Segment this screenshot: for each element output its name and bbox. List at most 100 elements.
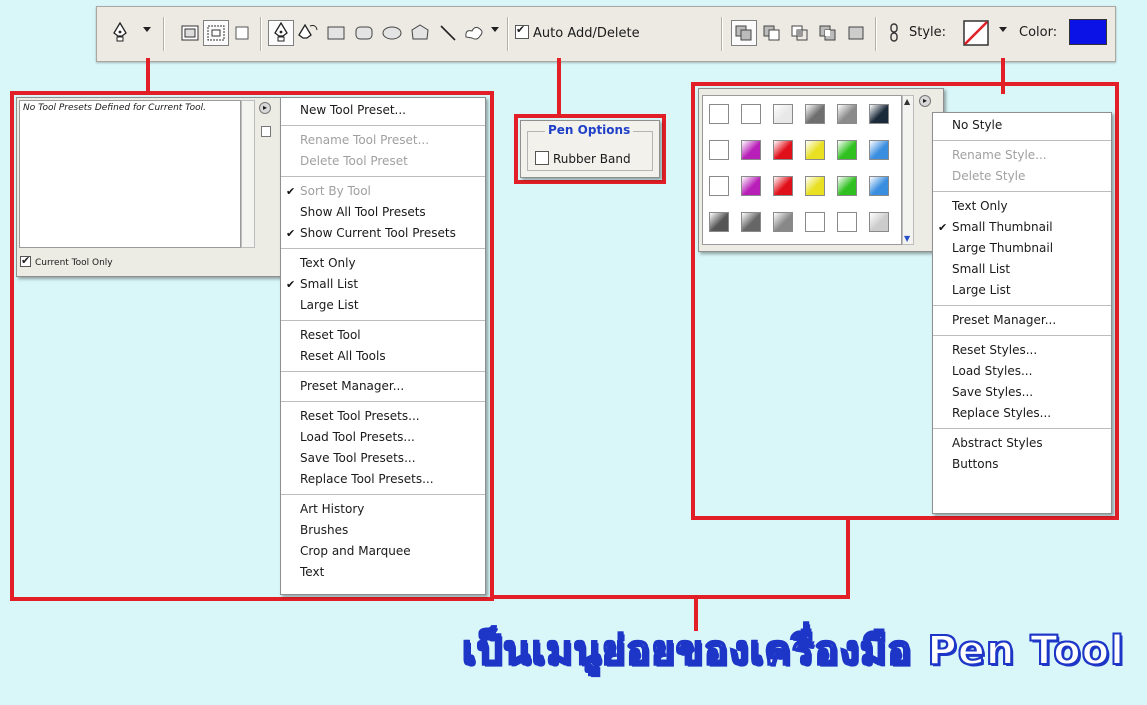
current-tool-only-checkbox[interactable]: Current Tool Only xyxy=(20,254,113,268)
style-swatch[interactable] xyxy=(837,140,857,160)
menu-item-replace-styles[interactable]: Replace Styles... xyxy=(933,403,1111,424)
style-swatch-grid[interactable] xyxy=(702,95,902,245)
menu-item-delete-tool-preset: Delete Tool Preset xyxy=(300,154,408,168)
panel-menu-arrow-icon[interactable]: ▸ xyxy=(919,95,931,107)
combine-icon[interactable] xyxy=(731,20,757,46)
menu-item-small-thumbnail[interactable]: Small Thumbnail xyxy=(933,217,1111,238)
style-swatch[interactable] xyxy=(773,212,793,232)
style-swatch[interactable] xyxy=(709,140,729,160)
freeform-pen-icon[interactable] xyxy=(295,20,321,46)
style-dropdown-icon[interactable] xyxy=(999,27,1007,32)
style-swatch[interactable] xyxy=(741,212,761,232)
pen-options-title: Pen Options xyxy=(545,123,634,137)
style-swatch[interactable] xyxy=(773,176,793,196)
fill-pixels-icon[interactable] xyxy=(229,20,255,46)
menu-item-reset-styles[interactable]: Reset Styles... xyxy=(933,340,1111,361)
style-scrollbar[interactable]: ▲ ▼ xyxy=(902,95,914,245)
pen-tool-icon[interactable] xyxy=(107,20,133,46)
menu-item-new-tool-preset[interactable]: New Tool Preset... xyxy=(281,100,485,121)
custom-shape-icon[interactable] xyxy=(461,20,487,46)
style-picker[interactable] xyxy=(961,18,991,48)
style-swatch[interactable] xyxy=(805,176,825,196)
rounded-rectangle-icon[interactable] xyxy=(351,20,377,46)
rubber-band-checkbox[interactable]: Rubber Band xyxy=(535,151,631,166)
combine-button-icon[interactable] xyxy=(843,20,869,46)
menu-item-save-styles[interactable]: Save Styles... xyxy=(933,382,1111,403)
ellipse-icon[interactable] xyxy=(379,20,405,46)
menu-item-no-style[interactable]: No Style xyxy=(933,115,1111,136)
menu-item-load-tool-presets[interactable]: Load Tool Presets... xyxy=(281,427,485,448)
tool-preset-dropdown-icon[interactable] xyxy=(143,27,151,32)
checkbox-icon xyxy=(535,151,549,165)
menu-item-preset-manager[interactable]: Preset Manager... xyxy=(281,376,485,397)
exclude-icon[interactable] xyxy=(815,20,841,46)
panel-menu-arrow-icon[interactable]: ▸ xyxy=(259,102,271,114)
scroll-up-icon[interactable]: ▲ xyxy=(904,97,910,106)
menu-item-rename-style: Rename Style... xyxy=(952,148,1047,162)
menu-item-large-list[interactable]: Large List xyxy=(281,295,485,316)
pen-icon[interactable] xyxy=(268,20,294,46)
connector-line xyxy=(557,58,561,116)
style-swatch[interactable] xyxy=(741,176,761,196)
shape-layers-icon[interactable] xyxy=(177,20,203,46)
menu-item-brushes[interactable]: Brushes xyxy=(281,520,485,541)
paths-icon[interactable] xyxy=(203,20,229,46)
menu-item-show-all-tool-presets[interactable]: Show All Tool Presets xyxy=(281,202,485,223)
style-swatch[interactable] xyxy=(805,212,825,232)
presets-list[interactable]: No Tool Presets Defined for Current Tool… xyxy=(19,100,241,248)
menu-divider xyxy=(281,320,485,321)
menu-item-reset-tool-presets[interactable]: Reset Tool Presets... xyxy=(281,406,485,427)
menu-item-show-current-tool-presets[interactable]: Show Current Tool Presets xyxy=(281,223,485,244)
style-swatch[interactable] xyxy=(837,104,857,124)
menu-item-large-thumbnail[interactable]: Large Thumbnail xyxy=(933,238,1111,259)
line-icon[interactable] xyxy=(435,20,461,46)
menu-item-small-list[interactable]: Small List xyxy=(933,259,1111,280)
new-preset-icon[interactable] xyxy=(261,126,271,137)
menu-item-buttons[interactable]: Buttons xyxy=(933,454,1111,475)
style-swatch[interactable] xyxy=(837,212,857,232)
menu-divider xyxy=(281,494,485,495)
menu-divider xyxy=(281,125,485,126)
rectangle-icon[interactable] xyxy=(323,20,349,46)
color-swatch[interactable] xyxy=(1069,19,1107,45)
menu-item-text-only[interactable]: Text Only xyxy=(933,196,1111,217)
scroll-down-icon[interactable]: ▼ xyxy=(904,234,910,243)
style-swatch[interactable] xyxy=(869,140,889,160)
subtract-icon[interactable] xyxy=(759,20,785,46)
menu-item-text-only[interactable]: Text Only xyxy=(281,253,485,274)
checkbox-icon xyxy=(515,23,529,39)
style-swatch[interactable] xyxy=(805,140,825,160)
style-swatch[interactable] xyxy=(741,140,761,160)
menu-item-abstract-styles[interactable]: Abstract Styles xyxy=(933,433,1111,454)
menu-item-crop-and-marquee[interactable]: Crop and Marquee xyxy=(281,541,485,562)
style-swatch[interactable] xyxy=(709,104,729,124)
menu-item-reset-all-tools[interactable]: Reset All Tools xyxy=(281,346,485,367)
link-icon[interactable] xyxy=(881,20,907,46)
style-swatch[interactable] xyxy=(837,176,857,196)
style-swatch[interactable] xyxy=(869,212,889,232)
presets-scrollbar[interactable] xyxy=(241,100,255,248)
style-swatch[interactable] xyxy=(773,104,793,124)
style-swatch[interactable] xyxy=(773,140,793,160)
custom-shape-dropdown-icon[interactable] xyxy=(491,27,499,32)
style-swatch[interactable] xyxy=(869,176,889,196)
menu-item-save-tool-presets[interactable]: Save Tool Presets... xyxy=(281,448,485,469)
menu-item-large-list[interactable]: Large List xyxy=(933,280,1111,301)
menu-item-load-styles[interactable]: Load Styles... xyxy=(933,361,1111,382)
menu-item-art-history[interactable]: Art History xyxy=(281,499,485,520)
menu-item-replace-tool-presets[interactable]: Replace Tool Presets... xyxy=(281,469,485,490)
style-swatch[interactable] xyxy=(741,104,761,124)
style-swatch[interactable] xyxy=(709,176,729,196)
menu-item-text[interactable]: Text xyxy=(281,562,485,583)
auto-add-delete-checkbox[interactable]: Auto Add/Delete xyxy=(515,23,640,41)
intersect-icon[interactable] xyxy=(787,20,813,46)
style-swatch[interactable] xyxy=(869,104,889,124)
menu-item-preset-manager[interactable]: Preset Manager... xyxy=(933,310,1111,331)
polygon-icon[interactable] xyxy=(407,20,433,46)
menu-divider xyxy=(281,176,485,177)
style-swatch[interactable] xyxy=(805,104,825,124)
menu-item-small-list[interactable]: Small List xyxy=(281,274,485,295)
style-swatch[interactable] xyxy=(709,212,729,232)
menu-divider xyxy=(933,335,1111,336)
menu-item-reset-tool[interactable]: Reset Tool xyxy=(281,325,485,346)
